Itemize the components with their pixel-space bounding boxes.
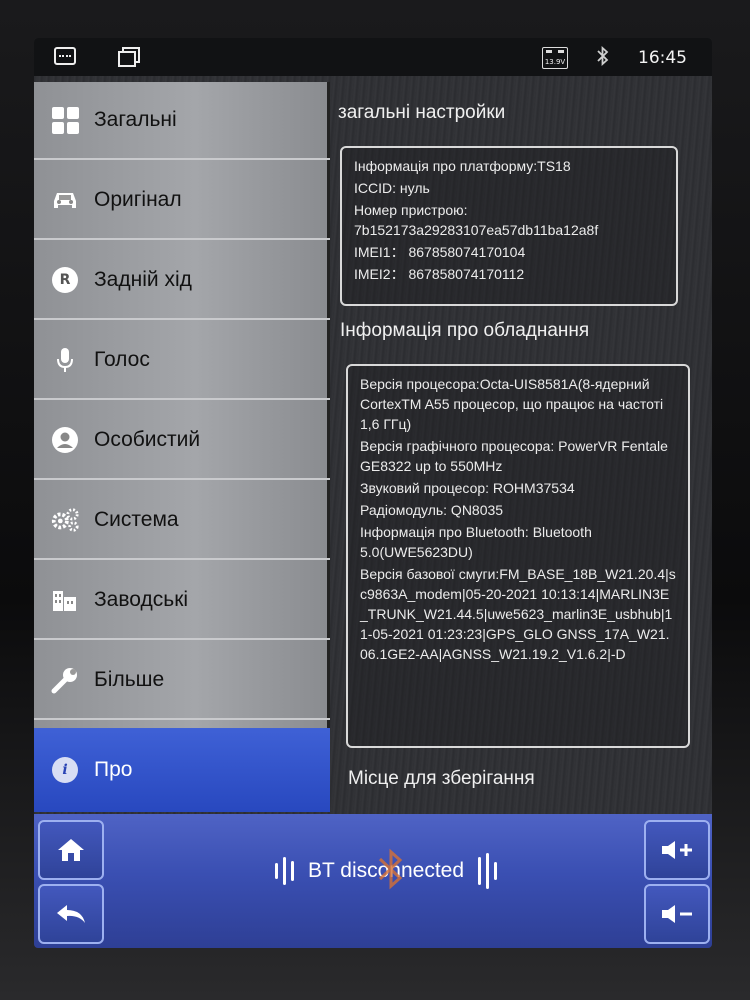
microphone-icon xyxy=(50,345,80,375)
bluetooth-info: Інформація про Bluetooth: Bluetooth 5.0(… xyxy=(360,524,592,560)
sidebar-item-original[interactable]: Оригінал xyxy=(34,162,330,240)
sidebar-item-factory[interactable]: Заводські xyxy=(34,562,330,640)
about-content: загальні настройки Інформація про платфо… xyxy=(334,90,704,810)
gpu-version: Версія графічного процесора: PowerVR Fen… xyxy=(360,438,668,474)
sidebar-item-label: Система xyxy=(94,508,179,531)
sidebar-item-label: Особистий xyxy=(94,428,201,451)
sidebar-item-label: Заводські xyxy=(94,588,189,611)
user-icon xyxy=(50,425,80,455)
menu-icon[interactable] xyxy=(54,47,76,65)
sidebar-item-label: Оригінал xyxy=(94,188,182,211)
imei1-info: IMEI1： 867858074170104 xyxy=(354,244,526,260)
gears-icon xyxy=(50,505,80,535)
back-icon xyxy=(57,905,85,923)
sidebar-item-label: Про xyxy=(94,758,133,781)
bt-status: BT disconnected xyxy=(246,848,526,894)
sidebar-item-general[interactable]: Загальні xyxy=(34,82,330,160)
sidebar-item-label: Загальні xyxy=(94,108,177,131)
settings-sidebar: Загальні Оригінал R Задній хід Голос Осо… xyxy=(34,82,330,812)
platform-info-box: Інформація про платформу:TS18 ICCID: нул… xyxy=(340,146,678,306)
sidebar-item-voice[interactable]: Голос xyxy=(34,322,330,400)
sidebar-item-label: Більше xyxy=(94,668,165,691)
factory-icon xyxy=(50,585,80,615)
radio-module: Радіомодуль: QN8035 xyxy=(360,502,504,518)
sidebar-item-about[interactable]: i Про xyxy=(34,728,330,812)
storage-title: Місце для зберігання xyxy=(348,768,535,789)
audio-processor: Звуковий процесор: ROHM37534 xyxy=(360,480,575,496)
imei2-info: IMEI2： 867858074170112 xyxy=(354,266,525,282)
bottom-control-bar: BT disconnected xyxy=(34,814,712,948)
back-button[interactable] xyxy=(38,884,104,944)
hardware-info-box: Версія процесора:Octa-UIS8581A(8-ядерний… xyxy=(346,364,690,748)
volume-up-icon xyxy=(662,841,692,859)
volume-down-button[interactable] xyxy=(644,884,710,944)
battery-voltage: 13.9V xyxy=(542,47,568,69)
reverse-icon: R xyxy=(50,265,80,295)
home-button[interactable] xyxy=(38,820,104,880)
device-number-value: 7b152173a29283107ea57db11ba12a8f xyxy=(354,222,599,238)
audio-bars-left-icon xyxy=(274,857,294,885)
sidebar-item-personal[interactable]: Особистий xyxy=(34,402,330,480)
clock: 16:45 xyxy=(638,48,687,68)
wrench-icon xyxy=(50,665,80,695)
sidebar-item-more[interactable]: Більше xyxy=(34,642,330,720)
windows-icon[interactable] xyxy=(118,47,140,67)
baseband-version: Версія базової смуги:FM_BASE_18B_W21.20.… xyxy=(360,566,676,662)
volume-up-button[interactable] xyxy=(644,820,710,880)
sidebar-item-label: Голос xyxy=(94,348,150,371)
volume-down-icon xyxy=(662,905,692,923)
sidebar-item-system[interactable]: Система xyxy=(34,482,330,560)
hardware-info-title: Інформація про обладнання xyxy=(340,320,590,341)
sidebar-item-label: Задній хід xyxy=(94,268,192,291)
cpu-version: Версія процесора:Octa-UIS8581A(8-ядерний… xyxy=(360,376,664,432)
grid-icon xyxy=(50,105,80,135)
car-icon xyxy=(50,185,80,215)
bluetooth-icon xyxy=(376,848,406,900)
status-bar: 13.9V 16:45 xyxy=(34,38,712,76)
screen: 13.9V 16:45 Загальні Оригінал R Задній х… xyxy=(34,38,712,948)
device-number-label: Номер пристрою: xyxy=(354,202,468,218)
general-settings-title: загальні настройки xyxy=(338,102,506,123)
sidebar-item-reverse[interactable]: R Задній хід xyxy=(34,242,330,320)
bluetooth-icon xyxy=(596,45,610,70)
platform-info: Інформація про платформу:TS18 xyxy=(354,158,571,174)
home-icon xyxy=(58,839,84,861)
audio-bars-right-icon xyxy=(478,853,498,889)
info-icon: i xyxy=(50,755,80,785)
iccid-info: ICCID: нуль xyxy=(354,180,430,196)
